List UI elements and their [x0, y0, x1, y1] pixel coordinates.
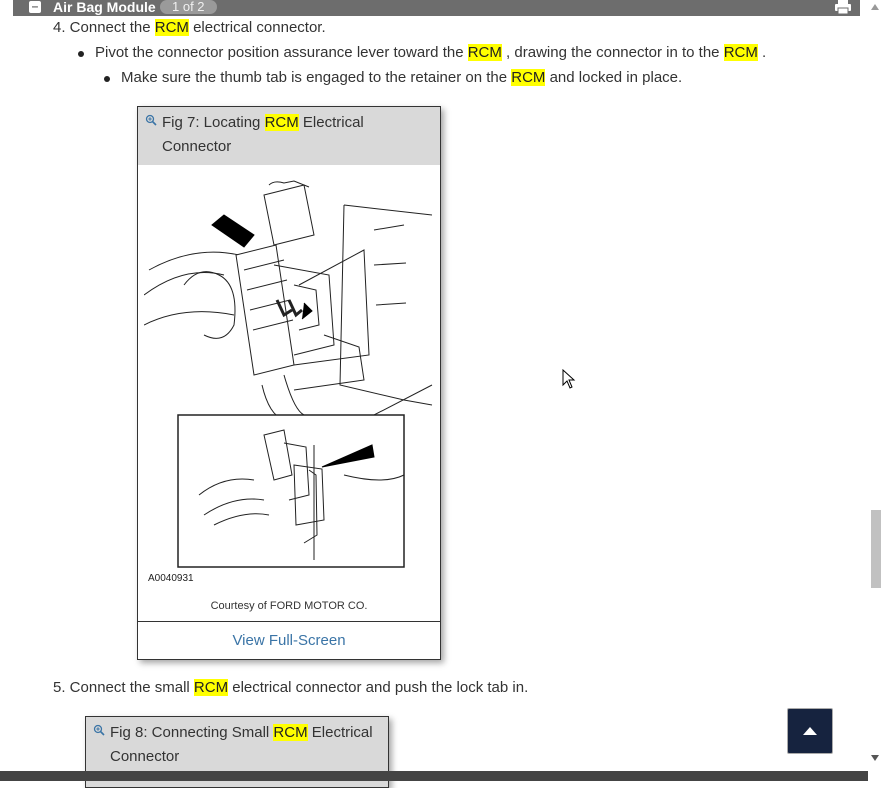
scroll-up-arrow-icon[interactable]	[871, 4, 879, 10]
caption-text: Fig 7: Locating	[162, 114, 265, 131]
bullet-text: Pivot the connector position assurance l…	[95, 44, 468, 61]
highlight-term: RCM	[511, 69, 546, 86]
highlight-term: RCM	[467, 44, 502, 61]
highlight-term: RCM	[273, 724, 308, 741]
bullet-dot	[104, 76, 110, 82]
figure-courtesy: Courtesy of FORD MOTOR CO.	[210, 600, 368, 612]
bullet-dot	[78, 51, 84, 57]
section-title: Air Bag Module	[53, 0, 156, 15]
figure-reference: A0040931	[148, 573, 194, 584]
bullet-text: .	[757, 44, 767, 61]
step-4-suffix: electrical connector.	[188, 19, 326, 36]
caption-text: Fig 8: Connecting Small	[110, 724, 274, 741]
rcm-connector-illustration	[144, 180, 433, 568]
view-full-screen-link[interactable]: View Full-Screen	[138, 621, 440, 658]
printer-icon[interactable]	[834, 0, 852, 14]
step-4-prefix: 4. Connect the	[53, 19, 155, 36]
bullet-text: and locked in place.	[545, 69, 683, 86]
caption-text: Connector	[110, 748, 180, 765]
vertical-scrollbar[interactable]	[868, 0, 882, 770]
highlight-term: RCM	[193, 679, 229, 696]
caption-text: Electrical	[298, 114, 364, 131]
caption-text: Electrical	[307, 724, 373, 741]
bullet-text: Make sure the thumb tab is engaged to th…	[121, 69, 512, 86]
step-5-suffix: electrical connector and push the lock t…	[228, 679, 529, 696]
scrollbar-thumb[interactable]	[871, 510, 881, 588]
bullet-text: , drawing the connector in to the	[501, 44, 724, 61]
step-5: 5. Connect the small RCM electrical conn…	[53, 679, 528, 696]
scroll-down-arrow-icon[interactable]	[871, 755, 879, 761]
figure-caption-text: Fig 8: Connecting Small RCM Electrical C…	[110, 721, 373, 769]
step-4-bullet-1: Pivot the connector position assurance l…	[95, 44, 766, 61]
zoom-in-icon[interactable]	[145, 114, 157, 126]
highlight-term: RCM	[264, 114, 299, 131]
mouse-cursor-icon	[562, 369, 576, 389]
back-to-top-button[interactable]	[787, 708, 833, 754]
pager-badge: 1 of 2	[160, 0, 217, 14]
collapse-icon[interactable]: –	[29, 0, 41, 13]
section-header[interactable]: – Air Bag Module 1 of 2	[13, 0, 860, 16]
step-4-bullet-2: Make sure the thumb tab is engaged to th…	[121, 69, 682, 86]
caption-text: Connector	[162, 138, 232, 155]
arrow-up-icon	[803, 727, 817, 735]
figure-caption[interactable]: Fig 7: Locating RCM Electrical Connector	[138, 107, 440, 165]
bottom-divider	[0, 771, 868, 781]
figure-7: Fig 7: Locating RCM Electrical Connector…	[137, 106, 441, 660]
highlight-term: RCM	[154, 19, 189, 36]
highlight-term: RCM	[723, 44, 758, 61]
figure-caption-text: Fig 7: Locating RCM Electrical Connector	[162, 111, 364, 159]
step-4: 4. Connect the RCM electrical connector.	[53, 19, 326, 36]
zoom-in-icon[interactable]	[93, 724, 105, 736]
step-5-prefix: 5. Connect the small	[53, 679, 194, 696]
